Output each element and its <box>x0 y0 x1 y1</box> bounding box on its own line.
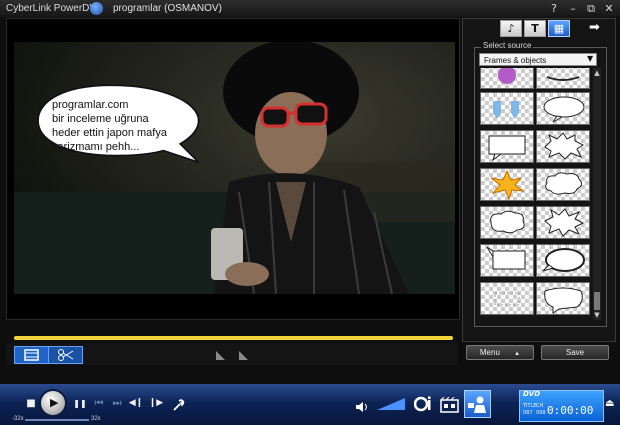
frame-thumb[interactable] <box>536 68 590 89</box>
bubble-line: karizmamı pehh... <box>52 141 140 153</box>
frame-shape-icon <box>544 287 583 314</box>
frame-thumb[interactable] <box>480 244 534 277</box>
frames-scrollbar[interactable] <box>593 68 601 320</box>
wrench-icon <box>173 399 185 411</box>
timeline-bar[interactable] <box>14 336 453 340</box>
frame-shape-icon <box>488 135 526 162</box>
frame-shape-icon <box>546 76 580 81</box>
scroll-up-icon[interactable]: ▲ <box>593 69 601 77</box>
chapter-label: CH <box>536 403 544 409</box>
frames-grid <box>478 68 590 320</box>
step-forward-button[interactable]: ❙▶ <box>148 398 164 408</box>
frame-thumb[interactable] <box>536 92 590 125</box>
bubble-text: programlar.com bir inceleme uğruna heder… <box>52 98 212 154</box>
film-strip-button[interactable] <box>14 346 49 364</box>
title-number: 087 <box>523 410 533 416</box>
frame-shape-icon <box>486 246 526 270</box>
source-dropdown[interactable]: Frames & objects <box>479 53 597 66</box>
restore-button[interactable]: ⧉ <box>584 2 598 15</box>
frame-shape-icon <box>498 68 516 84</box>
frame-thumb[interactable] <box>480 68 534 89</box>
frame-thumb[interactable] <box>480 282 534 315</box>
pause-button[interactable]: ❚❚ <box>73 399 87 408</box>
frame-thumb[interactable] <box>536 168 590 201</box>
volume-button[interactable] <box>355 398 369 417</box>
tab-effects[interactable]: ▦ <box>548 20 570 37</box>
step-back-button[interactable]: ◀❙ <box>128 398 144 408</box>
previous-button[interactable]: ⏮ <box>92 398 106 409</box>
frame-thumb[interactable] <box>536 244 590 277</box>
speed-min-label: -32x <box>12 416 24 422</box>
frame-shape-icon <box>542 248 585 272</box>
save-button[interactable]: Save <box>541 345 609 360</box>
window-title: programlar (OSMANOV) <box>113 3 222 14</box>
film-strip-icon <box>24 349 39 361</box>
speaker-icon <box>356 402 367 412</box>
scissors-icon <box>58 349 74 361</box>
minimize-button[interactable]: – <box>566 2 580 15</box>
eject-icon[interactable]: ⏏ <box>605 398 614 409</box>
dvd-logo: DVD <box>523 390 541 398</box>
app-name: CyberLink PowerDVD <box>6 3 104 14</box>
scissors-button[interactable] <box>48 346 83 364</box>
time-readout: 0:00:00 <box>547 404 594 417</box>
scroll-down-icon[interactable]: ▼ <box>593 311 601 319</box>
info-disc-icon <box>413 396 431 412</box>
chapter-number: 098 <box>536 410 546 416</box>
info-icon[interactable] <box>90 2 103 15</box>
bubble-line: heder ettin japon mafya <box>52 127 167 139</box>
mark-end-icon <box>239 351 248 360</box>
chevron-down-icon[interactable]: ▼ <box>587 54 593 63</box>
menu-button[interactable]: Menu ▲ <box>466 345 534 360</box>
speed-slider[interactable] <box>25 419 89 421</box>
frame-shape-icon <box>493 101 519 119</box>
bubble-line: programlar.com <box>52 99 129 111</box>
play-icon: ▶ <box>50 396 59 409</box>
frame-thumb[interactable] <box>536 282 590 315</box>
frame-thumb[interactable] <box>536 206 590 239</box>
frame-shape-icon <box>543 96 585 123</box>
bubble-line: bir inceleme uğruna <box>52 113 149 125</box>
tab-music[interactable]: ♪ <box>500 20 522 37</box>
select-source-label: Select source <box>481 41 534 50</box>
stop-button[interactable]: ■ <box>25 398 37 409</box>
tools-button[interactable] <box>171 397 185 416</box>
frame-shape-icon <box>544 132 584 160</box>
frame-shape-icon <box>545 172 583 195</box>
help-button[interactable]: ? <box>547 2 561 15</box>
info-button[interactable] <box>413 396 432 416</box>
next-button[interactable]: ⏭ <box>110 398 124 409</box>
frame-thumb[interactable] <box>480 130 534 163</box>
title-label: TITLE <box>523 403 537 409</box>
frame-thumb[interactable] <box>480 168 534 201</box>
frame-shape-icon <box>490 210 525 234</box>
menu-arrow-icon: ▲ <box>514 351 521 357</box>
speed-max-label: 32x <box>91 416 101 422</box>
frame-shape-icon <box>490 169 525 200</box>
frame-thumb[interactable] <box>480 92 534 125</box>
chapters-icon <box>440 396 459 413</box>
chapter-menu-button[interactable] <box>440 396 460 417</box>
frame-shape-icon <box>544 208 585 237</box>
tab-text[interactable]: T <box>524 20 546 37</box>
close-button[interactable]: ✕ <box>602 2 616 15</box>
menu-button-label: Menu <box>479 348 500 357</box>
frame-thumb[interactable] <box>536 130 590 163</box>
arrow-right-icon[interactable]: ➡ <box>589 20 600 35</box>
capture-button[interactable] <box>464 390 491 418</box>
mark-start-button[interactable] <box>214 347 227 360</box>
person-camera-icon <box>468 396 486 413</box>
mark-end-button[interactable] <box>237 347 250 360</box>
scrollbar-thumb[interactable] <box>594 292 600 310</box>
frame-shape-icon <box>494 292 520 306</box>
mark-start-icon <box>216 351 225 360</box>
frame-thumb[interactable] <box>480 206 534 239</box>
volume-slider[interactable] <box>377 398 405 410</box>
